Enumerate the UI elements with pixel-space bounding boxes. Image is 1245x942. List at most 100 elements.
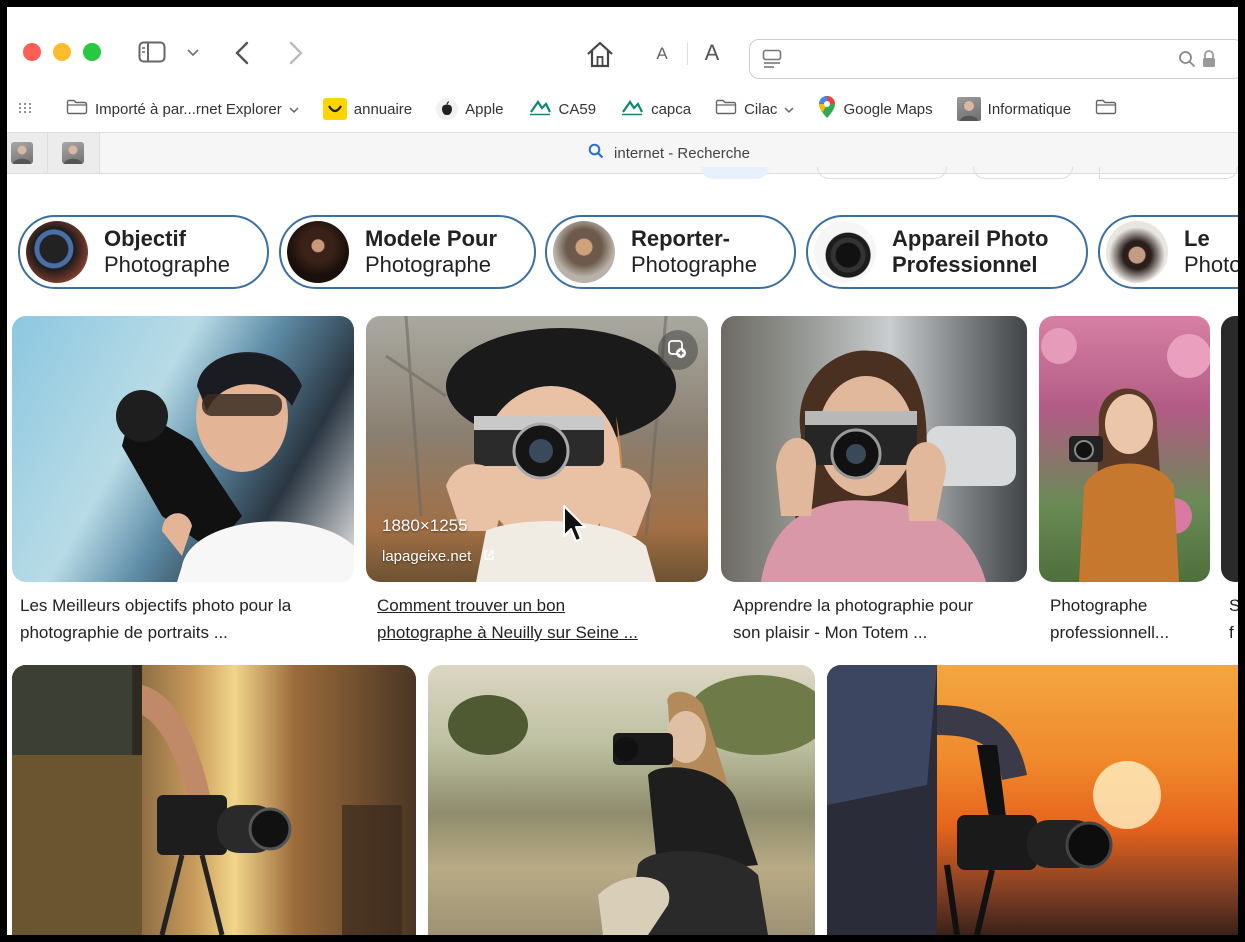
reader-icon[interactable] — [762, 49, 782, 74]
related-chip-appareil[interactable]: Appareil Photo Professionnel — [806, 215, 1088, 289]
ca-bank-icon — [620, 98, 644, 120]
favorite-label: Cilac — [744, 100, 778, 118]
result-image-4[interactable] — [1039, 316, 1210, 582]
external-link-icon — [483, 548, 495, 565]
caption-line: Apprendre la photographie pour — [733, 596, 974, 615]
favorite-label: capca — [651, 100, 692, 118]
increase-font-button[interactable]: A — [699, 39, 725, 67]
folder-icon — [1095, 99, 1117, 119]
chip-thumbnail — [553, 221, 615, 283]
result-caption-4[interactable]: Photographe professionnell... — [1050, 592, 1210, 646]
related-chip-modele[interactable]: Modele Pour Photographe — [279, 215, 536, 289]
result-caption-2[interactable]: Comment trouver un bon photographe à Neu… — [377, 592, 707, 646]
caption-line: photographe à Neuilly sur Seine ... — [377, 623, 638, 642]
caption-line: Comment trouver un bon — [377, 596, 566, 615]
result-caption-3[interactable]: Apprendre la photographie pour son plais… — [733, 592, 1033, 646]
favorites-bar: Importé à par...rnet Explorer annuaire A… — [7, 89, 1238, 129]
favorite-label: Google Maps — [843, 100, 933, 118]
result-image-6[interactable] — [12, 665, 416, 935]
chip-thumbnail — [1106, 221, 1168, 283]
favorite-google-maps[interactable]: Google Maps — [818, 95, 933, 123]
chip-subtitle: Photographe — [631, 252, 757, 277]
favorite-annuaire[interactable]: annuaire — [322, 98, 413, 120]
zoom-window-button[interactable] — [83, 43, 101, 61]
annuaire-smiley-icon — [322, 98, 347, 120]
favorite-label: Importé à par...rnet Explorer — [95, 100, 282, 118]
minimize-window-button[interactable] — [53, 43, 71, 61]
sidebar-toggle-icon[interactable] — [135, 39, 169, 65]
tab-title: internet - Recherche — [614, 144, 750, 162]
caption-line: S — [1229, 596, 1238, 615]
result-image-7[interactable] — [428, 665, 815, 935]
filter-pill-peek — [817, 167, 947, 179]
favorite-apple[interactable]: Apple — [436, 98, 504, 120]
chip-subtitle: Photo — [1184, 252, 1238, 277]
ca-bank-icon — [528, 98, 552, 120]
favorite-cilac[interactable]: Cilac — [715, 99, 794, 119]
favorite-capca[interactable]: capca — [620, 98, 691, 120]
filter-pill-peek — [1099, 167, 1238, 179]
result-image-8[interactable] — [827, 665, 1238, 935]
chip-title: Reporter- — [631, 226, 731, 251]
chip-title: Le — [1184, 226, 1210, 251]
image-source: lapageixe.net — [382, 548, 472, 565]
caption-line: Photographe — [1050, 596, 1148, 615]
favorite-informatique[interactable]: Informatique — [956, 97, 1072, 121]
related-chip-objectif[interactable]: Objectif Photographe — [18, 215, 269, 289]
favorite-label: Apple — [465, 100, 504, 118]
visual-search-icon[interactable] — [658, 330, 698, 370]
chip-title: Appareil Photo — [892, 226, 1049, 251]
result-image-3[interactable] — [721, 316, 1027, 582]
search-icon — [588, 143, 604, 163]
browser-window: A A Importé à par...rnet Explorer annuai… — [7, 7, 1238, 935]
favorite-label: annuaire — [353, 100, 413, 118]
related-chip-le-photo[interactable]: Le Photo — [1098, 215, 1238, 289]
toolbar: A A — [7, 27, 1238, 79]
address-bar[interactable] — [749, 39, 1238, 79]
person-thumbnail-icon — [956, 97, 981, 121]
favorite-ca59[interactable]: CA59 — [528, 98, 597, 120]
search-icon[interactable] — [1178, 50, 1196, 73]
chip-subtitle: Photographe — [104, 252, 230, 277]
back-button[interactable] — [229, 37, 255, 69]
toolbar-divider — [687, 43, 688, 65]
chip-subtitle: Professionnel — [892, 252, 1038, 277]
chip-thumbnail — [287, 221, 349, 283]
close-window-button[interactable] — [23, 43, 41, 61]
decrease-font-button[interactable]: A — [651, 42, 673, 66]
result-image-5-partial[interactable] — [1221, 316, 1238, 582]
folder-icon — [715, 99, 737, 119]
favorite-label: CA59 — [558, 100, 597, 118]
mouse-cursor — [562, 504, 588, 549]
apple-icon — [436, 98, 459, 120]
google-maps-pin-icon — [818, 95, 836, 123]
forward-button[interactable] — [283, 37, 309, 69]
chevron-down-icon — [784, 101, 794, 118]
image-dimensions: 1880×1255 — [382, 516, 468, 535]
pinned-tab-2[interactable] — [62, 142, 84, 164]
result-caption-5-partial[interactable]: S f — [1229, 592, 1238, 646]
filter-pill-peek — [701, 167, 769, 179]
filter-pill-peek — [973, 167, 1073, 179]
result-image-2[interactable]: 1880×1255 lapageixe.net — [366, 316, 708, 582]
caption-line: professionnell... — [1050, 623, 1170, 642]
pinned-tab-1[interactable] — [11, 142, 33, 164]
favorite-label: Informatique — [987, 100, 1072, 118]
result-image-1[interactable] — [12, 316, 354, 582]
image-source-link[interactable]: lapageixe.net — [382, 548, 495, 565]
lock-icon — [1202, 50, 1216, 73]
favorite-importe[interactable]: Importé à par...rnet Explorer — [66, 99, 299, 119]
chevron-down-icon[interactable] — [183, 43, 203, 63]
grid-icon[interactable] — [18, 101, 32, 118]
favorite-folder-truncated[interactable] — [1095, 99, 1117, 119]
result-caption-1[interactable]: Les Meilleurs objectifs photo pour la ph… — [20, 592, 350, 646]
home-icon[interactable] — [583, 37, 617, 71]
related-chip-reporter[interactable]: Reporter- Photographe — [545, 215, 796, 289]
folder-icon — [66, 99, 88, 119]
caption-line: Les Meilleurs objectifs photo pour la — [20, 596, 292, 615]
chip-thumbnail — [814, 221, 876, 283]
chip-title: Objectif — [104, 226, 186, 251]
chip-thumbnail — [26, 221, 88, 283]
caption-line: photographie de portraits ... — [20, 623, 228, 642]
chevron-down-icon — [289, 101, 299, 118]
